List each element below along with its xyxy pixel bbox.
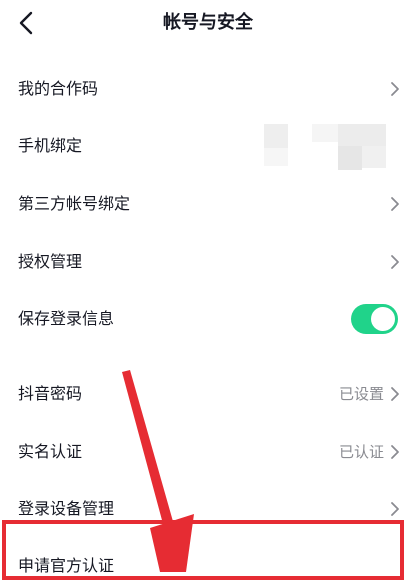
settings-row-third-party-binding[interactable]: 第三方帐号绑定: [0, 182, 416, 226]
row-label: 第三方帐号绑定: [18, 194, 131, 213]
row-label: 实名认证: [18, 442, 83, 461]
redacted-phone-mosaic: [264, 148, 288, 166]
redacted-phone-mosaic: [362, 146, 386, 168]
chevron-right-icon: [390, 385, 400, 403]
redacted-phone-mosaic: [312, 124, 338, 142]
row-label: 我的合作码: [18, 79, 99, 98]
toggle-knob: [371, 307, 395, 331]
chevron-right-icon: [390, 195, 400, 213]
row-label: 登录设备管理: [18, 499, 115, 518]
row-label: 保存登录信息: [18, 309, 115, 328]
redacted-phone-mosaic: [338, 124, 386, 146]
settings-row-douyin-password[interactable]: 抖音密码 已设置: [0, 372, 416, 416]
redacted-phone-mosaic: [264, 124, 288, 148]
chevron-right-icon: [390, 500, 400, 518]
row-label: 手机绑定: [18, 136, 83, 155]
redacted-phone-mosaic: [338, 146, 362, 170]
settings-row-real-name-verification[interactable]: 实名认证 已认证: [0, 430, 416, 474]
chevron-right-icon: [390, 253, 400, 271]
row-label: 申请官方认证: [18, 556, 115, 575]
row-label: 授权管理: [18, 252, 83, 271]
section-divider: [0, 355, 416, 363]
settings-row-official-verification[interactable]: 申请官方认证: [0, 544, 416, 588]
top-nav-bar: 帐号与安全: [0, 0, 416, 46]
settings-row-authorization-management[interactable]: 授权管理: [0, 240, 416, 284]
row-status-value: 已认证: [338, 443, 384, 461]
save-login-toggle[interactable]: [351, 304, 398, 334]
settings-row-login-device-management[interactable]: 登录设备管理: [0, 487, 416, 531]
chevron-right-icon: [390, 80, 400, 98]
settings-row-save-login-info: 保存登录信息: [0, 297, 416, 341]
row-label: 抖音密码: [18, 384, 83, 403]
row-status-value: 已设置: [338, 385, 384, 403]
chevron-right-icon: [390, 443, 400, 461]
settings-row-cooperation-code[interactable]: 我的合作码: [0, 67, 416, 111]
page-title: 帐号与安全: [163, 12, 253, 33]
